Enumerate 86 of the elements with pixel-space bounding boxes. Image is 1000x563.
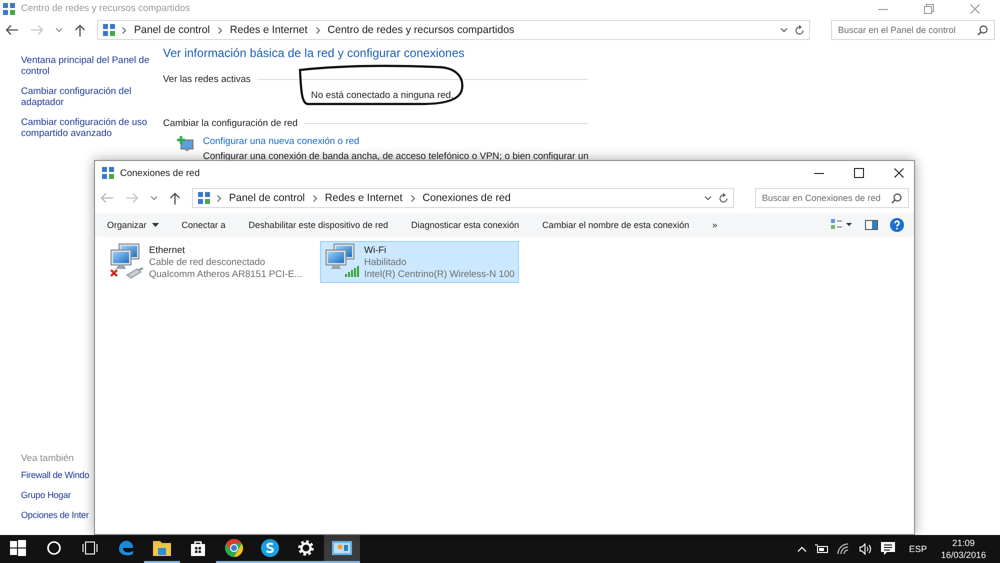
toolbar-button[interactable]: Diagnosticar esta conexión: [411, 216, 520, 234]
folder-icon: [152, 539, 172, 557]
see-also-link[interactable]: Firewall de Windo: [21, 470, 90, 481]
task-description: Configurar una conexión de banda ancha, de acceso telefónico o VPN; o bien configurar un: [203, 150, 589, 163]
battery-icon[interactable]: [814, 544, 829, 554]
preview-pane-icon[interactable]: [865, 220, 878, 230]
dropdown-icon[interactable]: [780, 27, 788, 33]
toolbar-button[interactable]: Conectar a: [182, 216, 226, 234]
search-field[interactable]: Buscar en el Panel de control: [831, 20, 995, 40]
breadcrumb-separator-icon: [316, 26, 320, 34]
see-also-heading: Vea también: [21, 453, 74, 464]
control-panel-icon: [332, 540, 352, 556]
close-icon[interactable]: [894, 168, 904, 178]
breadcrumb-item[interactable]: Redes e Internet: [324, 192, 403, 204]
help-icon[interactable]: [890, 218, 904, 232]
chat-icon: [260, 538, 280, 558]
refresh-icon[interactable]: [718, 192, 729, 204]
address-bar[interactable]: Panel de control Redes e Internet Conexiones de red: [192, 188, 734, 208]
breadcrumb-item[interactable]: Redes e Internet: [230, 24, 308, 36]
connection-status: Habilitado: [364, 257, 408, 269]
address-bar[interactable]: Panel de control Redes e Internet Centro de redes y recursos compartidos: [97, 20, 810, 40]
toolbar-button[interactable]: Cambiar el nombre de esta conexión: [542, 216, 690, 234]
up-icon[interactable]: [74, 24, 86, 36]
connection-item[interactable]: Wi-Fi Habilitado Intel(R) Centrino(R) Wireless-N 100: [320, 241, 519, 283]
task-view-icon: [82, 541, 98, 555]
window-icon: [2, 2, 16, 16]
see-also-link[interactable]: Opciones de Inter: [21, 510, 89, 521]
page-heading: Ver información básica de la red y configurar conexiones: [163, 46, 466, 60]
breadcrumb-separator-icon: [410, 194, 415, 202]
language-indicator[interactable]: ESP: [908, 544, 927, 554]
breadcrumb-item[interactable]: Conexiones de red: [422, 192, 511, 204]
settings-icon: [297, 539, 315, 557]
restore-icon[interactable]: [924, 4, 934, 14]
wifi-icon[interactable]: [836, 543, 851, 555]
maximize-icon[interactable]: [854, 168, 864, 178]
search-icon: [891, 192, 902, 204]
location-icon: [197, 191, 211, 205]
view-options-icon[interactable]: [831, 219, 853, 231]
more-button[interactable]: »: [712, 216, 718, 234]
see-also-link[interactable]: Grupo Hogar: [21, 490, 71, 501]
toolbar-button[interactable]: Deshabilitar este dispositivo de red: [248, 216, 388, 234]
caret-icon: [152, 223, 159, 227]
connection-name: Ethernet: [149, 245, 186, 257]
connection-name: Wi-Fi: [364, 245, 388, 257]
round-browser-icon: [224, 538, 244, 558]
connection-item[interactable]: Ethernet Cable de red desconectado Qualcomm Atheros AR8151 PCI-E...: [105, 241, 306, 283]
chevron-up-icon[interactable]: [796, 546, 807, 552]
shopping-bag-icon: [189, 539, 207, 557]
up-icon[interactable]: [169, 192, 181, 204]
caret-icon[interactable]: [55, 27, 63, 33]
browser-icon: [116, 538, 136, 558]
search-field[interactable]: Buscar en Conexiones de red: [755, 188, 909, 208]
connection-status: Cable de red desconectado: [149, 257, 266, 269]
dropdown-icon[interactable]: [704, 195, 712, 201]
taskbar-button[interactable]: [324, 535, 360, 563]
breadcrumb-item[interactable]: Centro de redes y recursos compartidos: [328, 24, 514, 36]
volume-icon[interactable]: [858, 543, 873, 555]
network-status: No está conectado a ninguna red.: [311, 90, 455, 101]
network-setup-icon: [177, 136, 195, 154]
search-circle-icon: [47, 541, 61, 555]
window-title: Conexiones de red: [120, 168, 201, 178]
window-title: Centro de redes y recursos compartidos: [21, 3, 191, 14]
sidebar-link[interactable]: Cambiar configuración del adaptador: [21, 86, 163, 108]
section-label: Cambiar la configuración de red: [163, 118, 298, 129]
adapter-name: Qualcomm Atheros AR8151 PCI-E...: [149, 269, 302, 281]
breadcrumb-separator-icon: [122, 26, 126, 34]
adapter-name: Intel(R) Centrino(R) Wireless-N 100: [364, 269, 515, 281]
back-icon[interactable]: [5, 24, 19, 36]
breadcrumb-separator-icon: [217, 194, 221, 202]
breadcrumb-item[interactable]: Panel de control: [134, 24, 210, 36]
clock[interactable]: 21:09 16/03/2016: [940, 537, 986, 561]
task-link[interactable]: Configurar una nueva conexión o red: [203, 136, 589, 147]
breadcrumb-separator-icon: [312, 194, 317, 202]
breadcrumb-item[interactable]: Panel de control: [229, 192, 305, 204]
caret-icon[interactable]: [150, 195, 158, 201]
breadcrumb-separator-icon: [218, 26, 222, 34]
sidebar-link[interactable]: Cambiar configuración de uso compartido avanzado: [21, 117, 163, 139]
notification-icon[interactable]: [880, 542, 895, 556]
window-icon: [101, 166, 115, 180]
start-icon: [10, 540, 26, 556]
menu-button[interactable]: Organizar: [107, 216, 159, 234]
sidebar-link[interactable]: Ventana principal del Panel de control: [21, 55, 163, 77]
refresh-icon[interactable]: [794, 24, 805, 36]
section-label: Ver las redes activas: [163, 74, 251, 85]
location-icon: [102, 23, 116, 37]
search-icon: [977, 24, 988, 36]
